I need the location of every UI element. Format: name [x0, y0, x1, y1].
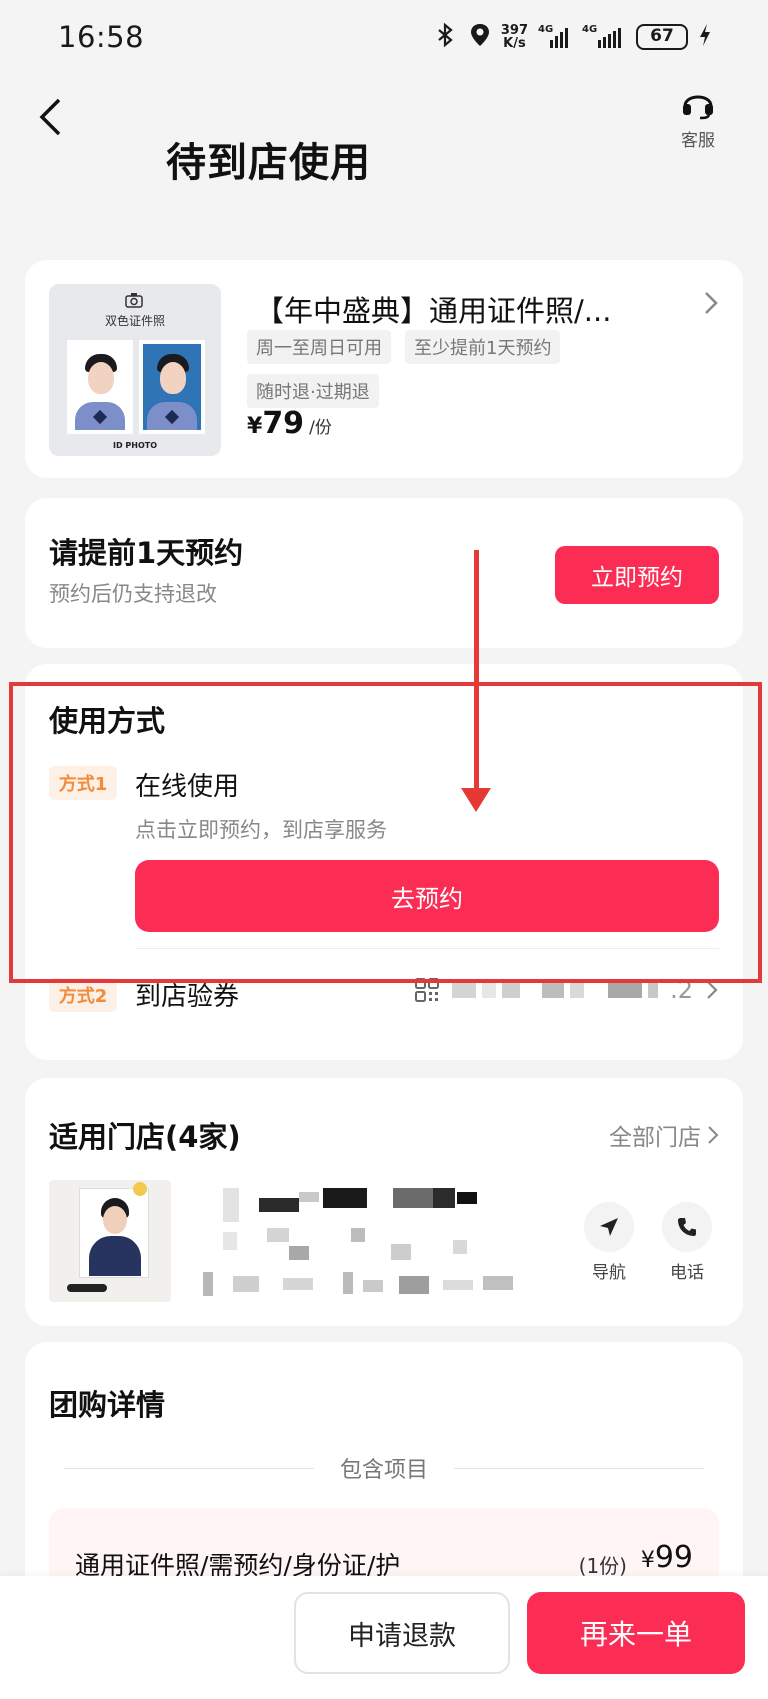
chevron-left-icon: [39, 98, 61, 136]
mode1-desc: 点击立即预约，到店享服务: [135, 818, 387, 842]
customer-service-label: 客服: [681, 131, 715, 151]
navigate-button[interactable]: 导航: [579, 1202, 639, 1283]
headset-icon: [683, 95, 713, 120]
call-label: 电话: [670, 1263, 704, 1283]
qr-code-icon: [415, 978, 440, 1002]
signal-icon: 4G: [538, 24, 572, 48]
group-details-title: 团购详情: [49, 1388, 166, 1422]
tag: 随时退·过期退: [247, 374, 379, 408]
charging-icon: [698, 23, 712, 51]
voucher-code-masked: [452, 982, 659, 998]
voucher-code-row[interactable]: .2: [414, 976, 719, 1004]
divider: [135, 948, 719, 949]
status-time: 16:58: [58, 20, 145, 54]
chevron-right-icon: [708, 1126, 719, 1144]
reserve-card: 请提前1天预约 预约后仍支持退改 立即预约: [25, 498, 743, 648]
stores-title: 适用门店(4家): [49, 1120, 241, 1154]
product-thumbnail: 双色证件照 ID PHOTO: [49, 284, 221, 456]
all-stores-label: 全部门店: [609, 1125, 701, 1151]
reserve-subtitle: 预约后仍支持退改: [49, 582, 217, 606]
reserve-now-button[interactable]: 立即预约: [555, 546, 719, 604]
camera-icon: [125, 293, 143, 308]
store-info-masked: [193, 1188, 573, 1298]
mode2-badge: 方式2: [49, 978, 117, 1012]
white-bg-photo: [67, 340, 133, 434]
annotation-arrow-head: [461, 788, 491, 812]
go-reserve-button[interactable]: 去预约: [135, 860, 719, 932]
all-stores-link[interactable]: 全部门店: [609, 1118, 719, 1152]
bluetooth-icon: [433, 22, 459, 52]
back-button[interactable]: [30, 92, 70, 142]
product-tags: 周一至周日可用 至少提前1天预约 随时退·过期退: [247, 330, 607, 408]
navigation-arrow-icon: [600, 1218, 618, 1236]
page-title: 待到店使用: [166, 140, 371, 186]
reserve-title: 请提前1天预约: [49, 536, 244, 570]
blue-bg-photo: [139, 340, 205, 434]
status-icons: 397 K/s 4G 4G 67: [433, 22, 712, 52]
mode2-name: 到店验券: [135, 982, 240, 1012]
bottom-action-bar: 申请退款 再来一单: [0, 1576, 768, 1699]
chevron-right-icon: [707, 981, 718, 999]
battery-indicator: 67: [636, 24, 688, 50]
product-card[interactable]: 双色证件照 ID PHOTO 【年中盛典】通用证件照/... 周一至周日可用 至…: [25, 260, 743, 478]
order-again-button[interactable]: 再来一单: [527, 1592, 745, 1674]
tag: 周一至周日可用: [247, 330, 391, 364]
customer-service-button[interactable]: 客服: [668, 86, 728, 151]
net-speed: 397 K/s: [500, 23, 528, 51]
tag: 至少提前1天预约: [405, 330, 561, 364]
included-items-header: 包含项目: [25, 1452, 743, 1484]
navigate-label: 导航: [592, 1263, 626, 1283]
item-quantity: (1份): [578, 1554, 627, 1578]
store-image[interactable]: [49, 1180, 171, 1302]
usage-card: 使用方式 方式1 在线使用 点击立即预约，到店享服务 去预约 方式2 到店验券 …: [25, 664, 743, 1060]
included-items-label: 包含项目: [339, 1458, 428, 1483]
signal-icon-2: 4G: [582, 24, 626, 48]
call-button[interactable]: 电话: [657, 1202, 717, 1283]
annotation-arrow-line: [474, 550, 479, 790]
refund-button[interactable]: 申请退款: [294, 1592, 510, 1674]
thumbnail-brand: ID PHOTO: [112, 441, 158, 450]
phone-icon: [678, 1218, 696, 1236]
mode1-badge: 方式1: [49, 766, 117, 800]
thumbnail-caption: 双色证件照: [104, 314, 165, 328]
stores-card: 适用门店(4家) 全部门店 导航 电话: [25, 1078, 743, 1326]
product-title: 【年中盛典】通用证件照/...: [255, 294, 612, 328]
chevron-right-icon: [705, 292, 718, 314]
mode1-name: 在线使用: [135, 772, 240, 802]
item-price: ¥99: [640, 1540, 693, 1575]
voucher-code-tail: .2: [670, 976, 693, 1004]
usage-title: 使用方式: [49, 704, 166, 738]
location-icon: [469, 22, 491, 52]
product-price: ¥79 /份: [247, 406, 332, 441]
